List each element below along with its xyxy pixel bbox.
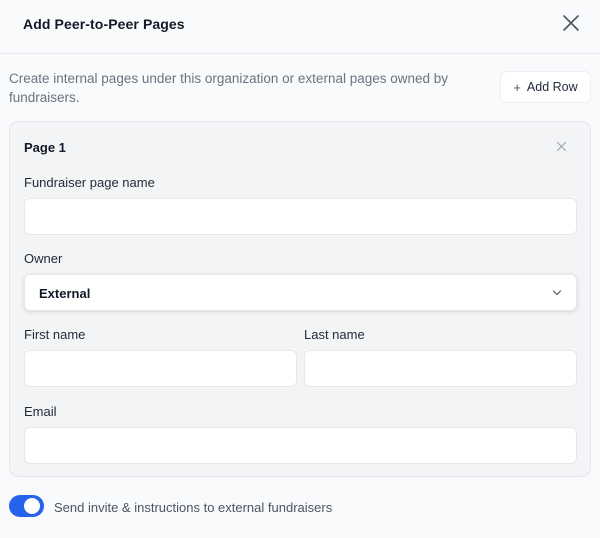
email-input[interactable]	[24, 427, 577, 464]
owner-label: Owner	[24, 251, 63, 266]
last-name-input[interactable]	[304, 350, 577, 387]
remove-page-icon[interactable]	[556, 141, 567, 152]
plus-icon: +	[513, 79, 521, 95]
toggle-knob	[24, 498, 40, 514]
fundraiser-page-name-input[interactable]	[24, 198, 577, 235]
page-card: Page 1 Fundraiser page name Owner Extern…	[9, 121, 591, 477]
page-card-title: Page 1	[24, 140, 66, 155]
close-icon[interactable]	[562, 14, 580, 32]
invite-toggle-label: Send invite & instructions to external f…	[54, 500, 333, 515]
owner-selected-value: External	[39, 286, 91, 301]
add-row-label: Add Row	[526, 80, 578, 94]
owner-select[interactable]: External	[24, 274, 577, 311]
modal-header: Add Peer-to-Peer Pages	[0, 0, 600, 54]
modal-title: Add Peer-to-Peer Pages	[23, 16, 185, 32]
add-row-button[interactable]: + Add Row	[500, 71, 591, 103]
last-name-label: Last name	[304, 327, 365, 342]
fundraiser-page-name-label: Fundraiser page name	[24, 175, 155, 190]
modal-description: Create internal pages under this organiz…	[9, 71, 449, 105]
chevron-down-icon	[552, 290, 562, 296]
add-p2p-pages-modal: Add Peer-to-Peer Pages Create internal p…	[0, 0, 600, 538]
first-name-label: First name	[24, 327, 86, 342]
invite-toggle[interactable]	[9, 495, 44, 517]
first-name-input[interactable]	[24, 350, 297, 387]
email-label: Email	[24, 404, 57, 419]
